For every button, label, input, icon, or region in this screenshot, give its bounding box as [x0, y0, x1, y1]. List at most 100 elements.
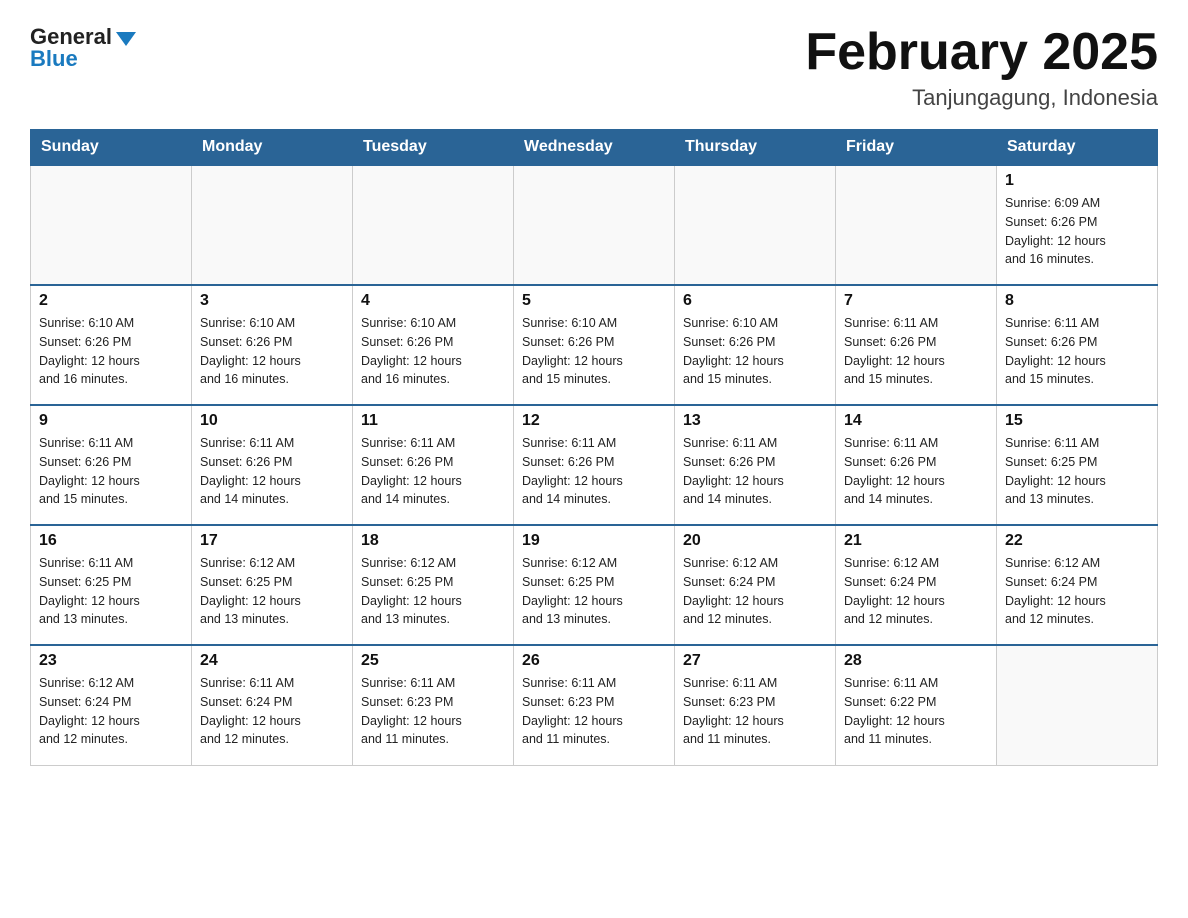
- day-number: 4: [361, 292, 505, 310]
- table-cell: 16Sunrise: 6:11 AMSunset: 6:25 PMDayligh…: [31, 525, 192, 645]
- day-number: 14: [844, 412, 988, 430]
- week-row-1: 1 Sunrise: 6:09 AMSunset: 6:26 PMDaylight…: [31, 165, 1158, 285]
- table-cell: 18 Sunrise: 6:12 AMSunset: 6:25 PMDayligh…: [353, 525, 514, 645]
- day-number: 11: [361, 412, 505, 430]
- day-number: 28: [844, 652, 988, 670]
- table-cell: 1 Sunrise: 6:09 AMSunset: 6:26 PMDaylight…: [997, 165, 1158, 285]
- day-number: 23: [39, 652, 183, 670]
- day-info: Sunrise: 6:11 AMSunset: 6:23 PMDaylight:…: [683, 674, 827, 749]
- day-info: Sunrise: 6:10 AMSunset: 6:26 PMDaylight:…: [361, 314, 505, 389]
- table-cell: [353, 165, 514, 285]
- day-number: 22: [1005, 532, 1149, 550]
- table-cell: 10 Sunrise: 6:11 AMSunset: 6:26 PMDayligh…: [192, 405, 353, 525]
- day-number: 25: [361, 652, 505, 670]
- header-tuesday: Tuesday: [353, 130, 514, 166]
- day-info: Sunrise: 6:11 AMSunset: 6:23 PMDaylight:…: [361, 674, 505, 749]
- table-cell: 13 Sunrise: 6:11 AMSunset: 6:26 PMDayligh…: [675, 405, 836, 525]
- header-saturday: Saturday: [997, 130, 1158, 166]
- table-cell: 12 Sunrise: 6:11 AMSunset: 6:26 PMDayligh…: [514, 405, 675, 525]
- weekday-header-row: Sunday Monday Tuesday Wednesday Thursday…: [31, 130, 1158, 166]
- day-info: Sunrise: 6:11 AMSunset: 6:26 PMDaylight:…: [683, 434, 827, 509]
- day-info: Sunrise: 6:12 AMSunset: 6:25 PMDaylight:…: [522, 554, 666, 629]
- day-number: 12: [522, 412, 666, 430]
- table-cell: [514, 165, 675, 285]
- day-number: 13: [683, 412, 827, 430]
- day-info: Sunrise: 6:12 AMSunset: 6:24 PMDaylight:…: [1005, 554, 1149, 629]
- day-info: Sunrise: 6:11 AMSunset: 6:26 PMDaylight:…: [844, 434, 988, 509]
- header-friday: Friday: [836, 130, 997, 166]
- header-monday: Monday: [192, 130, 353, 166]
- day-info: Sunrise: 6:11 AMSunset: 6:26 PMDaylight:…: [844, 314, 988, 389]
- day-info: Sunrise: 6:09 AMSunset: 6:26 PMDaylight:…: [1005, 194, 1149, 269]
- calendar-title: February 2025: [805, 24, 1158, 81]
- table-cell: 25 Sunrise: 6:11 AMSunset: 6:23 PMDayligh…: [353, 645, 514, 765]
- day-info: Sunrise: 6:11 AMSunset: 6:24 PMDaylight:…: [200, 674, 344, 749]
- day-number: 6: [683, 292, 827, 310]
- logo-triangle-icon: [116, 32, 136, 46]
- logo: General Blue: [30, 24, 136, 72]
- day-number: 9: [39, 412, 183, 430]
- header-wednesday: Wednesday: [514, 130, 675, 166]
- table-cell: 15Sunrise: 6:11 AMSunset: 6:25 PMDayligh…: [997, 405, 1158, 525]
- table-cell: 28 Sunrise: 6:11 AMSunset: 6:22 PMDayligh…: [836, 645, 997, 765]
- logo-blue-text: Blue: [30, 46, 78, 72]
- day-number: 5: [522, 292, 666, 310]
- table-cell: [192, 165, 353, 285]
- week-row-4: 16Sunrise: 6:11 AMSunset: 6:25 PMDayligh…: [31, 525, 1158, 645]
- day-info: Sunrise: 6:12 AMSunset: 6:24 PMDaylight:…: [844, 554, 988, 629]
- day-number: 1: [1005, 172, 1149, 190]
- day-number: 18: [361, 532, 505, 550]
- table-cell: 20 Sunrise: 6:12 AMSunset: 6:24 PMDayligh…: [675, 525, 836, 645]
- calendar-subtitle: Tanjungagung, Indonesia: [805, 85, 1158, 111]
- day-info: Sunrise: 6:12 AMSunset: 6:25 PMDaylight:…: [200, 554, 344, 629]
- day-info: Sunrise: 6:11 AMSunset: 6:26 PMDaylight:…: [200, 434, 344, 509]
- day-number: 20: [683, 532, 827, 550]
- day-info: Sunrise: 6:12 AMSunset: 6:25 PMDaylight:…: [361, 554, 505, 629]
- day-number: 24: [200, 652, 344, 670]
- day-number: 8: [1005, 292, 1149, 310]
- table-cell: [997, 645, 1158, 765]
- day-info: Sunrise: 6:11 AMSunset: 6:25 PMDaylight:…: [1005, 434, 1149, 509]
- table-cell: 17 Sunrise: 6:12 AMSunset: 6:25 PMDayligh…: [192, 525, 353, 645]
- day-number: 17: [200, 532, 344, 550]
- table-cell: [836, 165, 997, 285]
- table-cell: [31, 165, 192, 285]
- day-number: 19: [522, 532, 666, 550]
- table-cell: 22 Sunrise: 6:12 AMSunset: 6:24 PMDayligh…: [997, 525, 1158, 645]
- week-row-3: 9 Sunrise: 6:11 AMSunset: 6:26 PMDaylight…: [31, 405, 1158, 525]
- table-cell: 8Sunrise: 6:11 AMSunset: 6:26 PMDaylight…: [997, 285, 1158, 405]
- table-cell: 24 Sunrise: 6:11 AMSunset: 6:24 PMDayligh…: [192, 645, 353, 765]
- table-cell: 11 Sunrise: 6:11 AMSunset: 6:26 PMDayligh…: [353, 405, 514, 525]
- title-block: February 2025 Tanjungagung, Indonesia: [805, 24, 1158, 111]
- day-info: Sunrise: 6:11 AMSunset: 6:22 PMDaylight:…: [844, 674, 988, 749]
- table-cell: 6 Sunrise: 6:10 AMSunset: 6:26 PMDaylight…: [675, 285, 836, 405]
- header-thursday: Thursday: [675, 130, 836, 166]
- day-info: Sunrise: 6:10 AMSunset: 6:26 PMDaylight:…: [683, 314, 827, 389]
- day-info: Sunrise: 6:10 AMSunset: 6:26 PMDaylight:…: [522, 314, 666, 389]
- table-cell: 9Sunrise: 6:11 AMSunset: 6:26 PMDaylight…: [31, 405, 192, 525]
- table-cell: 4 Sunrise: 6:10 AMSunset: 6:26 PMDaylight…: [353, 285, 514, 405]
- week-row-2: 2Sunrise: 6:10 AMSunset: 6:26 PMDaylight…: [31, 285, 1158, 405]
- table-cell: 21 Sunrise: 6:12 AMSunset: 6:24 PMDayligh…: [836, 525, 997, 645]
- week-row-5: 23Sunrise: 6:12 AMSunset: 6:24 PMDayligh…: [31, 645, 1158, 765]
- day-info: Sunrise: 6:11 AMSunset: 6:23 PMDaylight:…: [522, 674, 666, 749]
- table-cell: 23Sunrise: 6:12 AMSunset: 6:24 PMDayligh…: [31, 645, 192, 765]
- day-info: Sunrise: 6:11 AMSunset: 6:26 PMDaylight:…: [522, 434, 666, 509]
- table-cell: 3 Sunrise: 6:10 AMSunset: 6:26 PMDaylight…: [192, 285, 353, 405]
- table-cell: 27 Sunrise: 6:11 AMSunset: 6:23 PMDayligh…: [675, 645, 836, 765]
- day-number: 21: [844, 532, 988, 550]
- day-number: 3: [200, 292, 344, 310]
- day-info: Sunrise: 6:10 AMSunset: 6:26 PMDaylight:…: [39, 314, 183, 389]
- day-number: 10: [200, 412, 344, 430]
- day-number: 27: [683, 652, 827, 670]
- day-info: Sunrise: 6:11 AMSunset: 6:26 PMDaylight:…: [361, 434, 505, 509]
- table-cell: [675, 165, 836, 285]
- table-cell: 2Sunrise: 6:10 AMSunset: 6:26 PMDaylight…: [31, 285, 192, 405]
- day-number: 26: [522, 652, 666, 670]
- calendar-table: Sunday Monday Tuesday Wednesday Thursday…: [30, 129, 1158, 766]
- table-cell: 19 Sunrise: 6:12 AMSunset: 6:25 PMDayligh…: [514, 525, 675, 645]
- page-header: General Blue February 2025 Tanjungagung,…: [30, 24, 1158, 111]
- day-info: Sunrise: 6:10 AMSunset: 6:26 PMDaylight:…: [200, 314, 344, 389]
- table-cell: 14 Sunrise: 6:11 AMSunset: 6:26 PMDayligh…: [836, 405, 997, 525]
- day-info: Sunrise: 6:12 AMSunset: 6:24 PMDaylight:…: [683, 554, 827, 629]
